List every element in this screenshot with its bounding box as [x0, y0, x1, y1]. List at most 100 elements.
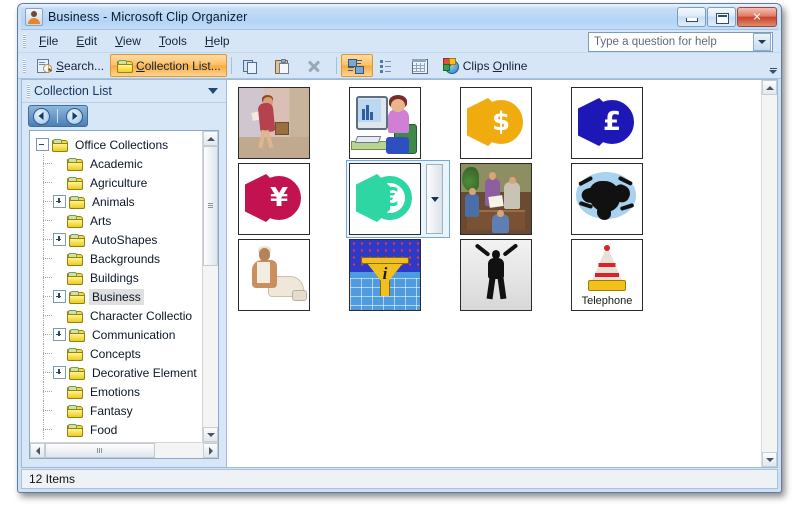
menu-edit[interactable]: Edit [67, 31, 106, 51]
expand-plus-icon[interactable] [53, 233, 66, 246]
tree-item-label: Concepts [90, 346, 141, 361]
tree-item-concepts[interactable]: Concepts [30, 344, 202, 363]
clip-woman-at-computer[interactable] [349, 87, 421, 159]
tree-item-fantasy[interactable]: Fantasy [30, 401, 202, 420]
tree-guide-line [43, 258, 52, 259]
tree-item-animals[interactable]: Animals [30, 192, 202, 211]
clip-yen-coin[interactable]: ¥ [238, 163, 310, 235]
clip-gallery: $ £ ¥ € i Telephone [226, 79, 778, 468]
scroll-down-arrow-icon[interactable] [203, 427, 218, 442]
menu-tools[interactable]: Tools [150, 31, 196, 51]
clip-information-funnel[interactable]: i [349, 239, 421, 311]
menu-view[interactable]: View [106, 31, 150, 51]
tree-guide-line [43, 334, 52, 335]
clip-telephone[interactable]: Telephone [571, 239, 643, 311]
chevron-down-icon[interactable] [753, 33, 771, 51]
tree-item-character-collectio[interactable]: Character Collectio [30, 306, 202, 325]
clip-artwork [461, 240, 531, 310]
delete-button[interactable] [300, 54, 332, 77]
expand-plus-icon[interactable] [53, 328, 66, 341]
details-table-icon [411, 58, 428, 74]
tree-item-arts[interactable]: Arts [30, 211, 202, 230]
clip-businesswoman-walking[interactable] [238, 87, 310, 159]
folder-icon [68, 366, 85, 380]
scroll-up-arrow-icon[interactable] [203, 131, 218, 146]
collection-list-task-pane: Collection List Office Collections Academ… [21, 79, 226, 468]
help-question-box[interactable]: Type a question for help [588, 32, 773, 52]
tree-item-communication[interactable]: Communication [30, 325, 202, 344]
paste-button[interactable] [268, 54, 300, 77]
tree-guide-line [43, 372, 52, 373]
list-view-icon [379, 58, 396, 74]
tree-item-academic[interactable]: Academic [30, 154, 202, 173]
forward-arrow-icon[interactable] [66, 107, 84, 125]
list-view-button[interactable] [373, 54, 405, 77]
tree-item-buildings[interactable]: Buildings [30, 268, 202, 287]
tree-hscroll-thumb[interactable] [45, 443, 155, 458]
clip-euro-coin[interactable]: € [349, 163, 421, 235]
details-view-button[interactable] [405, 54, 437, 77]
toolbar-options-icon[interactable] [768, 57, 778, 74]
tree-horizontal-scrollbar[interactable] [30, 442, 218, 458]
tree-item-office-collections[interactable]: Office Collections [30, 135, 202, 154]
tree-guide-line [43, 315, 52, 316]
expand-plus-icon[interactable] [53, 195, 66, 208]
tree-scroll-track[interactable] [203, 266, 218, 427]
scroll-left-arrow-icon[interactable] [30, 443, 45, 458]
task-pane-grip[interactable] [27, 84, 30, 98]
gallery-scroll-down-arrow-icon[interactable] [762, 452, 777, 467]
back-arrow-icon[interactable] [32, 107, 50, 125]
clip-caption: Telephone [581, 295, 633, 307]
tree-item-food[interactable]: Food [30, 420, 202, 439]
tree-guide-line [43, 220, 52, 221]
tree-item-label: Business [89, 288, 144, 305]
clip-cell: i [346, 238, 457, 314]
expand-plus-icon[interactable] [53, 366, 66, 379]
collapse-minus-icon[interactable] [36, 138, 49, 151]
tree-vertical-scrollbar[interactable] [202, 131, 218, 442]
menu-view-label: iew [122, 34, 141, 48]
chevron-down-icon[interactable] [208, 88, 218, 94]
tree-scroll-thumb[interactable] [203, 146, 218, 266]
tree-item-decorative-element[interactable]: Decorative Element [30, 363, 202, 382]
tree-item-emotions[interactable]: Emotions [30, 382, 202, 401]
clip-man-sitting[interactable] [238, 239, 310, 311]
clip-cell: $ [457, 86, 568, 162]
collection-list-button[interactable]: Collection List... [110, 54, 227, 77]
tree-guide-line [43, 391, 52, 392]
gallery-scroll-up-arrow-icon[interactable] [762, 80, 777, 95]
thumbnail-view-button[interactable] [340, 54, 373, 77]
tree-item-business[interactable]: Business [30, 287, 202, 306]
menu-grip[interactable] [23, 34, 26, 48]
globe-icon [442, 57, 460, 74]
gallery-scroll-track[interactable] [762, 95, 777, 452]
tree-hscroll-track[interactable] [155, 443, 203, 458]
folder-icon [66, 385, 83, 399]
search-button[interactable]: Search... [30, 54, 110, 77]
copy-button[interactable] [236, 54, 268, 77]
tree-item-backgrounds[interactable]: Backgrounds [30, 249, 202, 268]
scroll-right-arrow-icon[interactable] [203, 443, 218, 458]
gallery-vertical-scrollbar[interactable] [761, 80, 777, 467]
toolbar-grip[interactable] [23, 58, 26, 73]
clip-options-dropdown-icon[interactable] [426, 164, 443, 234]
clips-online-button[interactable]: Clips Online [437, 54, 534, 77]
expand-plus-icon[interactable] [53, 290, 66, 303]
tree-item-agriculture[interactable]: Agriculture [30, 173, 202, 192]
tree-guide-line [43, 410, 52, 411]
clip-business-meeting[interactable] [460, 163, 532, 235]
tree-item-label: Food [90, 422, 118, 437]
folder-icon [68, 328, 85, 342]
clip-celebrating-silhouette[interactable] [460, 239, 532, 311]
tree-item-autoshapes[interactable]: AutoShapes [30, 230, 202, 249]
clip-artwork: ¥ [239, 164, 309, 234]
clip-pound-coin[interactable]: £ [571, 87, 643, 159]
status-item-count: 12 Items [29, 472, 76, 486]
clip-dollar-coin[interactable]: $ [460, 87, 532, 159]
menu-file[interactable]: File [30, 31, 67, 51]
clip-artwork: £ [572, 88, 642, 158]
menu-help[interactable]: Help [196, 31, 239, 51]
clip-multitasking-chaos[interactable] [571, 163, 643, 235]
clip-artwork [239, 88, 309, 158]
search-icon [36, 58, 53, 74]
